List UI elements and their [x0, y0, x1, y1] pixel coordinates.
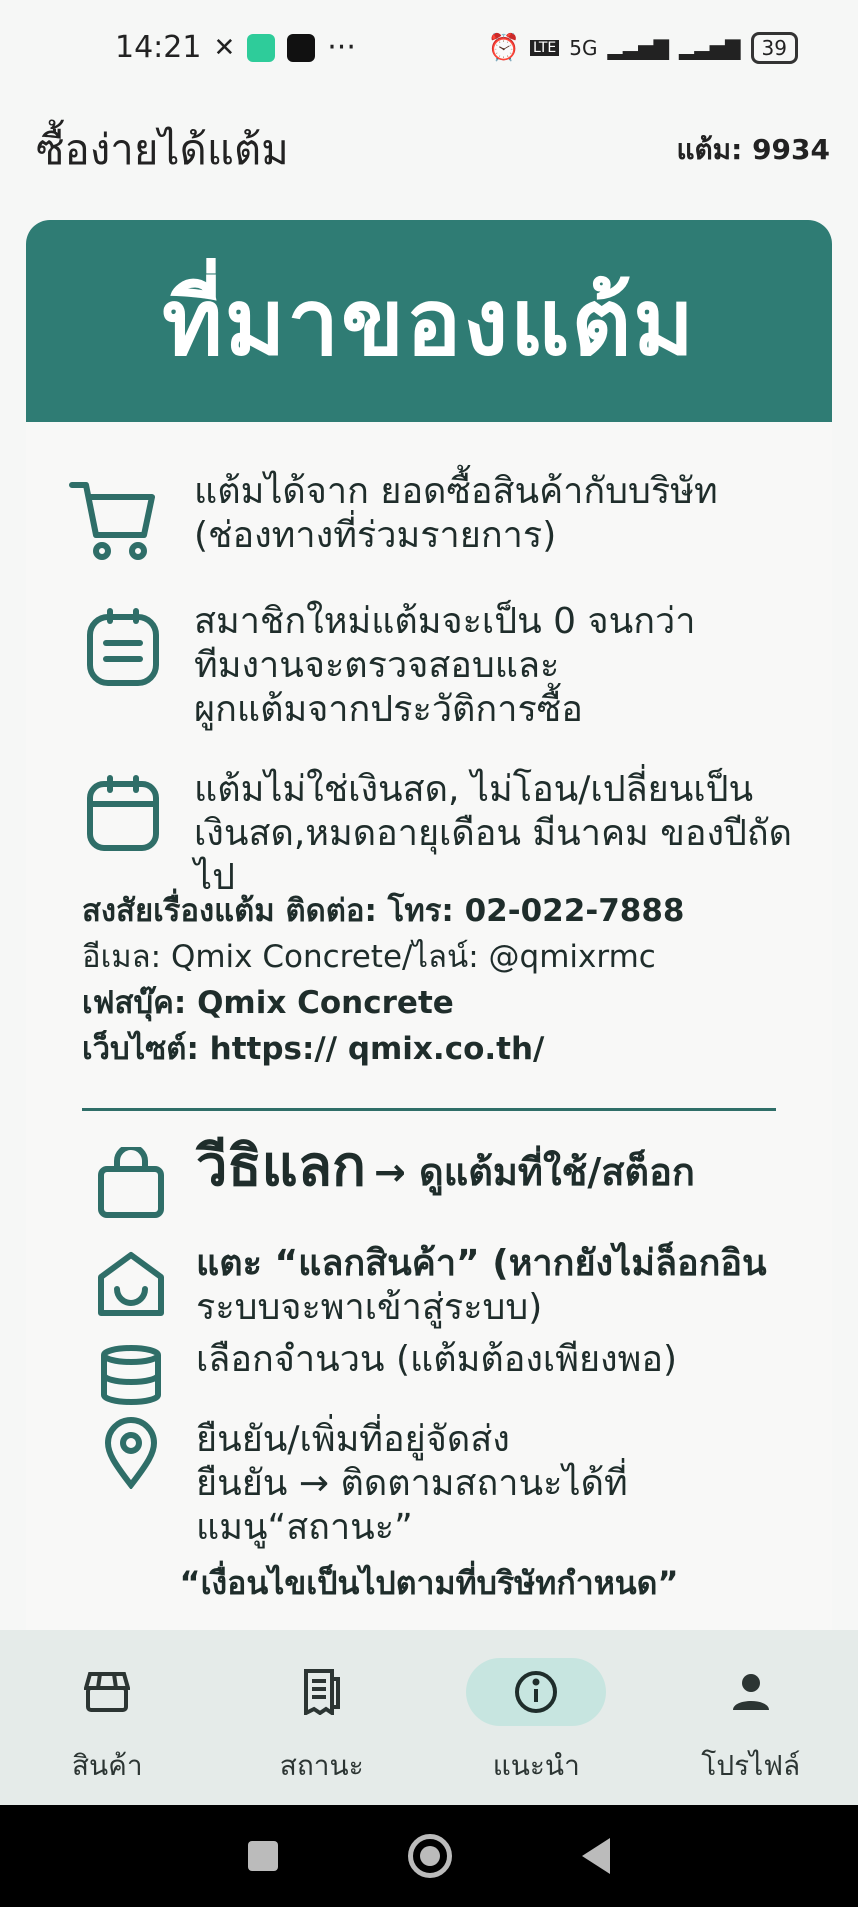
step-3-line-2: ยืนยัน → ติดตามสถานะได้ที่แมนู“สถานะ”: [196, 1463, 628, 1548]
source-1-line-2: (ช่องทางที่ร่วมรายการ): [194, 515, 557, 556]
app-notification-icon-2: [287, 33, 316, 62]
contact-website[interactable]: เว็บไซต์: https:// qmix.co.th/: [82, 1026, 684, 1072]
back-button[interactable]: [582, 1838, 610, 1874]
notification-icon: ✕: [213, 32, 236, 63]
app-bar: ซื้อง่ายได้แต้ม แต้ม: 9934: [0, 95, 858, 205]
app-notification-icon: [247, 33, 276, 62]
store-icon: [37, 1658, 177, 1726]
receipt-icon: [252, 1658, 392, 1726]
nav-item-profile[interactable]: โปรไฟล์: [651, 1630, 851, 1788]
nav-label-profile: โปรไฟล์: [701, 1749, 801, 1782]
banner-title: ที่มาของแต้ม: [26, 220, 832, 422]
step-2-line-1: เลือกจำนวน (แต้มต้องเพียงพอ): [196, 1339, 678, 1380]
status-bar: 14:21 ✕ ··· ⏰ LTE 5G ▂▃▅▇ ▂▃▅▇ 39: [0, 0, 858, 95]
signal-icon: ▂▃▅▇: [607, 35, 670, 60]
recent-apps-button[interactable]: [248, 1841, 278, 1871]
cart-icon: [68, 475, 158, 565]
location-icon: [86, 1408, 176, 1498]
lte-badge: LTE: [529, 39, 560, 56]
calendar-icon: [78, 768, 168, 858]
nav-label-products: สินค้า: [71, 1749, 143, 1782]
step-1-line-1: แตะ “แลกสินค้า” (หากยังไม่ล็อกอิน: [196, 1243, 767, 1284]
source-3-line-1: แต้มไม่ใช่เงินสด, ไม่โอน/เปลี่ยนเป็น: [194, 769, 754, 810]
app-title: ซื้อง่ายได้แต้ม: [36, 125, 289, 174]
source-3-line-2: เงินสด,หมดอายุเดือน มีนาคม ของปีถัดไป: [194, 813, 793, 898]
contact-phone[interactable]: สงสัยเรื่องแต้ม ติดต่อ: โทร: 02-022-7888: [82, 888, 684, 934]
nav-item-products[interactable]: สินค้า: [7, 1630, 207, 1788]
home-button-dot: [420, 1846, 440, 1866]
source-2-line-3: ผูกแต้มจากประวัติการซื้อ: [194, 689, 583, 730]
alarm-icon: ⏰: [487, 32, 520, 63]
database-icon: [86, 1330, 176, 1420]
status-time: 14:21: [115, 30, 202, 65]
contact-facebook[interactable]: เฟสบุ๊ค: Qmix Concrete: [82, 980, 684, 1026]
source-1-line-1: แต้มได้จาก ยอดซื้อสินค้ากับบริษัท: [194, 471, 718, 512]
howto-title: วีธิแลก: [196, 1134, 366, 1199]
bag-icon: [86, 1138, 176, 1228]
more-notifications-icon: ···: [327, 30, 356, 65]
note-icon: [78, 602, 168, 692]
nav-item-status[interactable]: สถานะ: [222, 1630, 422, 1788]
info-icon: [466, 1658, 607, 1726]
contact-block: สงสัยเรื่องแต้ม ติดต่อ: โทร: 02-022-7888…: [82, 888, 684, 1072]
source-2-line-2: ทีมงานจะตรวจสอบและ: [194, 645, 560, 686]
points-balance: แต้ม: 9934: [676, 133, 830, 166]
source-2-line-1: สมาชิกใหม่แต้มจะเป็น 0 จนกว่า: [194, 601, 696, 642]
battery-indicator: 39: [750, 31, 798, 64]
howto-arrow-text: → ดูแต้มที่ใช้/สต็อก: [373, 1150, 695, 1194]
network-label: 5G: [569, 35, 598, 60]
nav-label-status: สถานะ: [279, 1749, 364, 1782]
disclaimer-text: “เงื่อนไขเป็นไปตามที่บริษัทกำหนด”: [179, 1564, 679, 1602]
system-navigation-bar: [0, 1805, 858, 1907]
basket-icon: [86, 1240, 176, 1330]
step-1-line-2: ระบบจะพาเข้าสู่ระบบ): [196, 1287, 543, 1328]
points-info-card: ที่มาของแต้ม แต้มได้จาก ยอดซื้อสินค้ากับ…: [26, 220, 832, 1630]
contact-email-line[interactable]: อีเมล: Qmix Concrete/ไลน์: @qmixrmc: [82, 934, 684, 980]
person-icon: [681, 1658, 821, 1726]
signal-icon-2: ▂▃▅▇: [679, 35, 741, 60]
nav-label-guide: แนะนำ: [492, 1749, 580, 1782]
section-divider: [82, 1108, 776, 1111]
step-3-line-1: ยืนยัน/เพิ่มที่อยู่จัดส่ง: [196, 1419, 510, 1460]
home-button[interactable]: [408, 1834, 452, 1878]
bottom-navigation: สินค้า สถานะ แนะนำ โปรไฟล์: [0, 1630, 858, 1805]
nav-item-guide[interactable]: แนะนำ: [436, 1630, 636, 1788]
